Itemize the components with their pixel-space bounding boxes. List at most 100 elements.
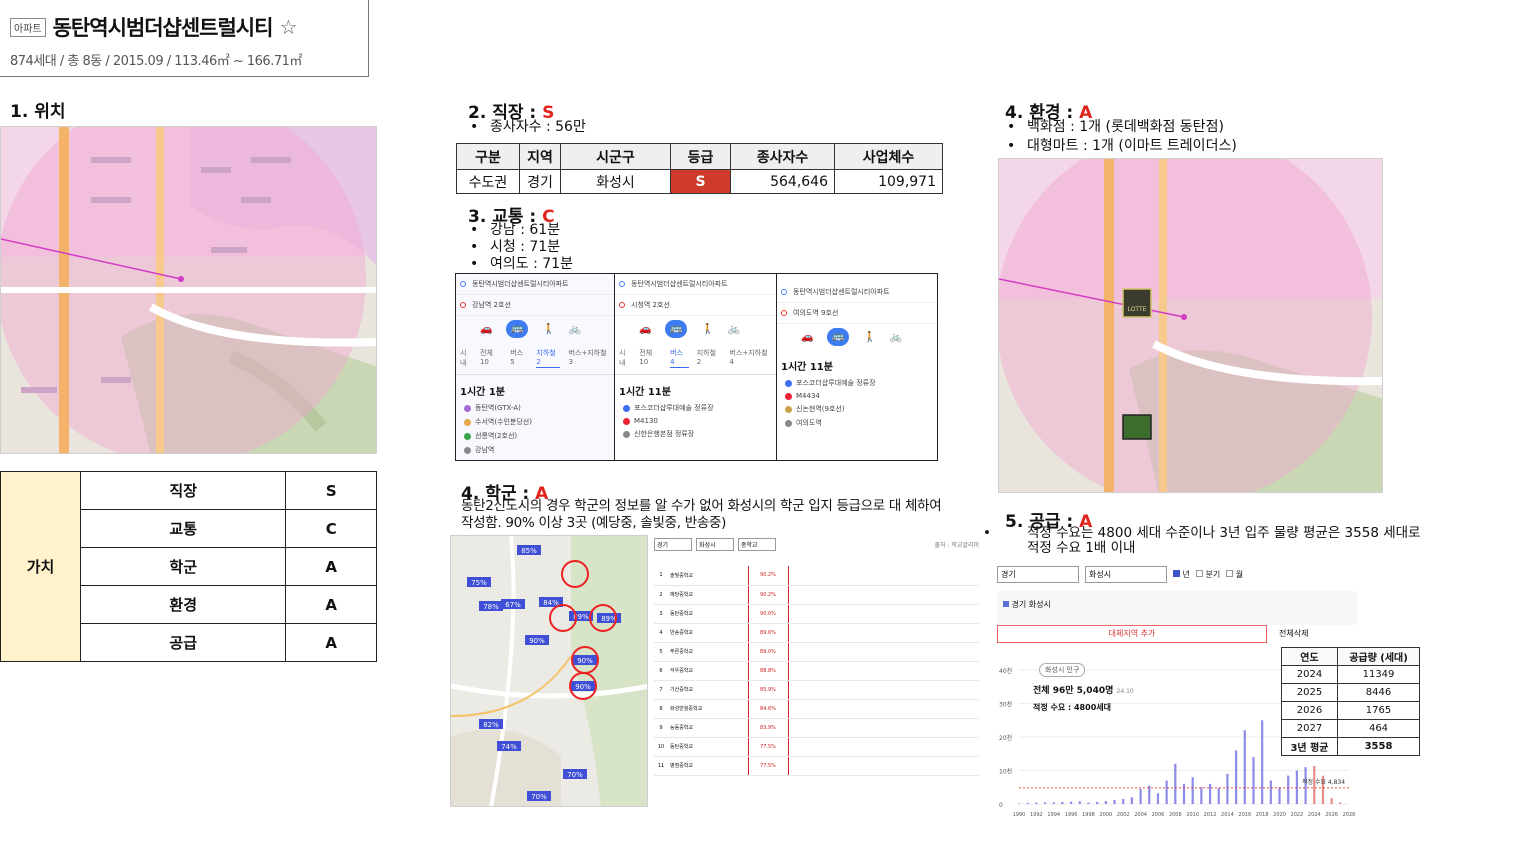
route-tab[interactable]: 버스+지하철 3 (568, 348, 610, 368)
supply-year: 2026 (1281, 701, 1338, 720)
route-tab[interactable]: 버스 4 (670, 348, 689, 368)
car-icon[interactable]: 🚗 (480, 324, 492, 335)
supply-bar[interactable] (1156, 793, 1160, 804)
supply-bar[interactable] (1208, 783, 1212, 804)
supply-bar[interactable] (1087, 802, 1090, 804)
bike-icon[interactable]: 🚲 (728, 324, 740, 335)
school-filter[interactable]: 화성시 (696, 538, 734, 551)
supply-bar[interactable] (1269, 780, 1272, 804)
school-map[interactable]: 85% 75% 78% 67% 84% 89% 90% 89% 90% 90% 82% 74% 70% 7… (450, 535, 648, 807)
route-origin: 동탄역시범더샵센트럴시티아파트 (472, 280, 569, 288)
school-badge[interactable]: 74% (501, 743, 517, 751)
bus-icon[interactable]: 🚌 (665, 320, 688, 338)
school-badge[interactable]: 90% (575, 683, 591, 691)
lotte-logo: LOTTE (1128, 306, 1147, 313)
walk-icon[interactable]: 🚶 (701, 324, 713, 335)
period-year[interactable]: 년 (1173, 569, 1190, 580)
bike-icon[interactable]: 🚲 (569, 324, 581, 335)
env-map[interactable]: LOTTE (998, 158, 1383, 493)
school-badge[interactable]: 75% (471, 579, 487, 587)
car-icon[interactable]: 🚗 (639, 324, 651, 335)
period-quarter[interactable]: 분기 (1195, 569, 1220, 580)
x-tick-label: 1996 (1065, 812, 1078, 818)
supply-bar[interactable] (1165, 780, 1168, 804)
supply-bar[interactable] (1096, 801, 1099, 804)
school-filter[interactable]: 중학교 (738, 538, 776, 551)
supply-bar[interactable] (1243, 730, 1246, 804)
car-icon[interactable]: 🚗 (801, 332, 813, 343)
supply-bar[interactable] (1078, 801, 1081, 804)
supply-bar[interactable] (1043, 802, 1047, 804)
supply-bar[interactable] (1330, 798, 1333, 804)
route-panel-cityhall[interactable]: 동탄역시범더샵센트럴시티아파트 시청역 2호선 🚗 🚌 🚶 🚲 시내 전체 10 버스 4… (615, 274, 777, 460)
supply-bar[interactable] (1130, 797, 1133, 804)
supply-bar[interactable] (1182, 783, 1186, 804)
add-region-button[interactable]: 대체지역 추가 (997, 625, 1267, 643)
school-filter[interactable]: 경기 (654, 538, 692, 551)
supply-bar[interactable] (1287, 775, 1290, 804)
period-month[interactable]: 월 (1226, 569, 1243, 580)
school-badge[interactable]: 70% (531, 793, 547, 801)
supply-filter[interactable]: 화성시 (1085, 566, 1167, 583)
bike-icon[interactable]: 🚲 (890, 332, 902, 343)
bus-icon[interactable]: 🚌 (827, 328, 850, 346)
supply-bar[interactable] (1052, 802, 1055, 804)
supply-bar[interactable] (1295, 770, 1298, 805)
school-badge[interactable]: 70% (567, 771, 583, 779)
transport-bullets: 강남 : 61분 시청 : 71분 여의도 : 71분 (466, 222, 573, 273)
supply-bar[interactable] (1252, 757, 1255, 804)
supply-bar[interactable] (1035, 802, 1038, 804)
school-badge[interactable]: 85% (521, 547, 537, 555)
school-badge[interactable]: 78% (483, 603, 499, 611)
bus-icon[interactable]: 🚌 (506, 320, 529, 338)
jobs-td: 564,646 (730, 169, 835, 194)
school-badge[interactable]: 90% (577, 657, 593, 665)
supply-bar[interactable] (1174, 763, 1177, 804)
supply-bar[interactable] (1235, 750, 1238, 804)
school-badge[interactable]: 82% (483, 721, 499, 729)
supply-bar[interactable] (1061, 801, 1064, 804)
route-panel-yeouido[interactable]: 동탄역시범더샵센트럴시티아파트 여의도역 9호선 🚗 🚌 🚶 🚲 1시간 11분 포스… (777, 274, 937, 460)
section-location-title: 1. 위치 (10, 102, 66, 122)
route-tab[interactable]: 버스+지하철 4 (729, 348, 772, 368)
supply-bar[interactable] (1200, 787, 1203, 804)
supply-bar[interactable] (1191, 777, 1194, 804)
favorite-star-icon[interactable]: ☆ (279, 15, 297, 39)
supply-bar[interactable] (1017, 803, 1021, 804)
route-tab[interactable]: 지하철 2 (697, 348, 722, 368)
school-badge[interactable]: 67% (505, 601, 521, 609)
route-tab[interactable]: 전체 10 (480, 348, 502, 368)
route-origin: 동탄역시범더샵센트럴시티아파트 (631, 280, 728, 288)
school-badge[interactable]: 90% (529, 637, 545, 645)
location-map[interactable] (0, 126, 377, 454)
school-pct: 90.0% (747, 604, 789, 624)
x-tick-label: 2012 (1204, 812, 1217, 818)
supply-bar[interactable] (1113, 799, 1116, 804)
value-grade: A (285, 585, 377, 624)
table-row: 2024 11349 (1281, 665, 1420, 684)
supply-bar[interactable] (1217, 787, 1220, 804)
clear-all-button[interactable]: 전체삭제 (1279, 625, 1308, 643)
route-tab[interactable]: 시내 (460, 348, 472, 368)
supply-bar[interactable] (1339, 802, 1342, 804)
supply-bar[interactable] (1148, 785, 1151, 804)
supply-bar[interactable] (1026, 802, 1029, 804)
x-tick-label: 2010 (1186, 812, 1199, 818)
route-panel-gangnam[interactable]: 동탄역시범더샵센트럴시티아파트 강남역 2호선 🚗 🚌 🚶 🚲 시내 전체 10 버스 5… (456, 274, 615, 460)
population-tag[interactable]: 화성시 인구 (1039, 663, 1086, 677)
walk-icon[interactable]: 🚶 (863, 332, 875, 343)
supply-bar[interactable] (1104, 800, 1107, 804)
route-tab[interactable]: 지하철 2 (536, 348, 561, 368)
supply-bar[interactable] (1122, 798, 1125, 804)
supply-bar[interactable] (1070, 801, 1073, 804)
supply-bar[interactable] (1139, 788, 1142, 804)
supply-filter[interactable]: 경기 (997, 566, 1079, 583)
supply-bar[interactable] (1261, 720, 1264, 804)
supply-bar[interactable] (1226, 773, 1229, 804)
walk-icon[interactable]: 🚶 (542, 324, 554, 335)
route-tab[interactable]: 시내 (619, 348, 631, 368)
route-time: 1시간 1분 (460, 387, 505, 398)
supply-bar[interactable] (1278, 787, 1281, 804)
route-tab[interactable]: 전체 10 (639, 348, 662, 368)
route-tab[interactable]: 버스 5 (510, 348, 528, 368)
